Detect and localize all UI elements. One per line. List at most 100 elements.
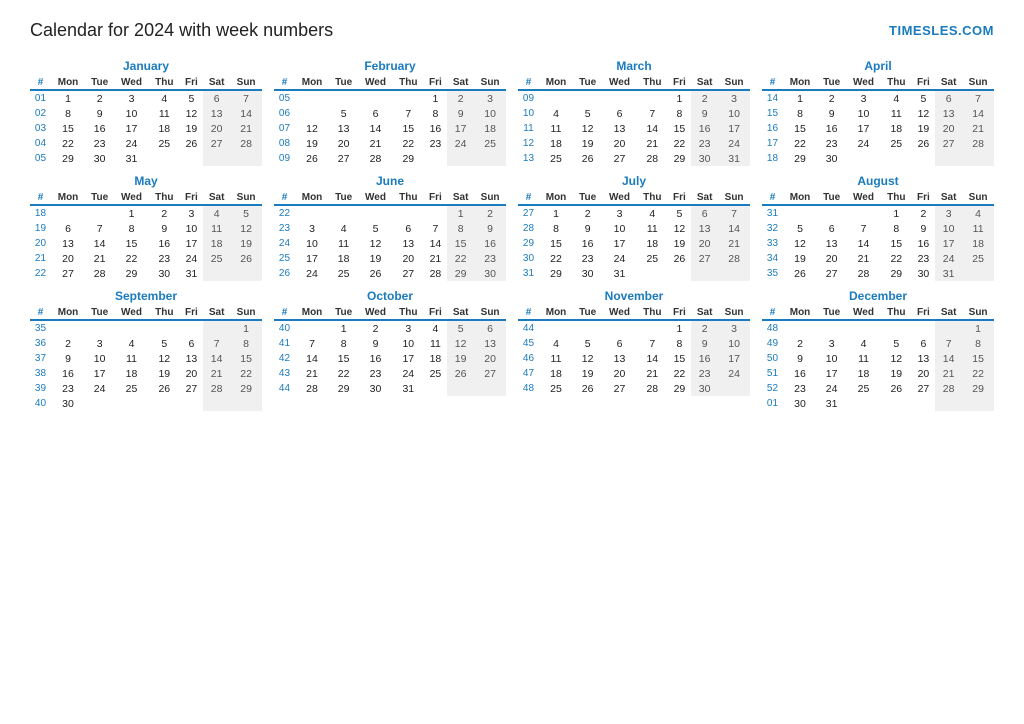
month-block-december: December#MonTueWedThuFriSatSun4814923456… bbox=[762, 289, 994, 411]
day-cell: 7 bbox=[230, 90, 262, 106]
week-number: 07 bbox=[274, 121, 295, 136]
day-cell: 4 bbox=[846, 336, 881, 351]
month-table: #MonTueWedThuFriSatSun051230656789100712… bbox=[274, 76, 506, 166]
day-cell: 7 bbox=[962, 90, 994, 106]
day-cell: 23 bbox=[912, 251, 935, 266]
table-row: 28891011121314 bbox=[518, 221, 750, 236]
day-cell: 7 bbox=[203, 336, 230, 351]
day-cell bbox=[602, 90, 637, 106]
day-cell: 30 bbox=[85, 151, 114, 166]
day-cell: 21 bbox=[846, 251, 881, 266]
day-cell bbox=[817, 205, 846, 221]
day-cell: 15 bbox=[881, 236, 912, 251]
day-cell: 24 bbox=[718, 366, 750, 381]
day-cell: 7 bbox=[637, 106, 668, 121]
day-cell: 21 bbox=[637, 366, 668, 381]
table-row: 2624252627282930 bbox=[274, 266, 506, 281]
day-cell: 12 bbox=[881, 351, 912, 366]
day-cell: 2 bbox=[691, 90, 718, 106]
day-cell: 13 bbox=[912, 351, 935, 366]
day-cell: 26 bbox=[230, 251, 262, 266]
day-cell: 29 bbox=[962, 381, 994, 396]
table-row: 02891011121314 bbox=[30, 106, 262, 121]
day-cell: 1 bbox=[539, 205, 573, 221]
week-number: 16 bbox=[762, 121, 783, 136]
day-cell: 29 bbox=[881, 266, 912, 281]
day-cell: 19 bbox=[783, 251, 817, 266]
day-cell: 30 bbox=[817, 151, 846, 166]
day-cell: 12 bbox=[668, 221, 691, 236]
col-header-fri: Fri bbox=[180, 191, 203, 205]
day-cell bbox=[846, 396, 881, 411]
day-cell bbox=[51, 205, 85, 221]
col-header-sun: Sun bbox=[718, 306, 750, 320]
day-cell: 11 bbox=[637, 221, 668, 236]
month-table: #MonTueWedThuFriSatSun221223345678924101… bbox=[274, 191, 506, 281]
day-cell: 16 bbox=[691, 121, 718, 136]
day-cell: 19 bbox=[358, 251, 393, 266]
day-cell: 23 bbox=[51, 381, 85, 396]
day-cell: 22 bbox=[962, 366, 994, 381]
day-cell: 30 bbox=[474, 266, 506, 281]
col-header-sat: Sat bbox=[691, 191, 718, 205]
table-row: 0422232425262728 bbox=[30, 136, 262, 151]
day-cell: 22 bbox=[783, 136, 817, 151]
col-header-tue: Tue bbox=[573, 191, 602, 205]
day-cell: 26 bbox=[573, 381, 602, 396]
table-row: 4214151617181920 bbox=[274, 351, 506, 366]
table-row: 509101112131415 bbox=[762, 351, 994, 366]
week-number: 39 bbox=[30, 381, 51, 396]
day-cell: 13 bbox=[329, 121, 358, 136]
day-cell: 27 bbox=[691, 251, 718, 266]
day-cell: 24 bbox=[85, 381, 114, 396]
day-cell: 4 bbox=[539, 336, 573, 351]
week-number: 48 bbox=[762, 320, 783, 336]
day-cell: 9 bbox=[149, 221, 180, 236]
day-cell: 15 bbox=[447, 236, 474, 251]
day-cell bbox=[912, 396, 935, 411]
day-cell: 12 bbox=[180, 106, 203, 121]
day-cell: 10 bbox=[718, 106, 750, 121]
site-name: TIMESLES.COM bbox=[889, 23, 994, 38]
week-number: 22 bbox=[30, 266, 51, 281]
col-header-wed: Wed bbox=[358, 306, 393, 320]
day-cell: 11 bbox=[881, 106, 912, 121]
day-cell: 27 bbox=[935, 136, 962, 151]
day-cell: 14 bbox=[424, 236, 447, 251]
day-cell: 28 bbox=[637, 381, 668, 396]
day-cell: 11 bbox=[329, 236, 358, 251]
page-header: Calendar for 2024 with week numbers TIME… bbox=[30, 20, 994, 41]
col-header-#: # bbox=[274, 191, 295, 205]
day-cell: 26 bbox=[668, 251, 691, 266]
day-cell: 1 bbox=[668, 320, 691, 336]
day-cell: 27 bbox=[51, 266, 85, 281]
week-number: 42 bbox=[274, 351, 295, 366]
day-cell: 2 bbox=[51, 336, 85, 351]
col-header-wed: Wed bbox=[846, 191, 881, 205]
table-row: 40123456 bbox=[274, 320, 506, 336]
table-row: 05123 bbox=[274, 90, 506, 106]
col-header-thu: Thu bbox=[393, 191, 424, 205]
day-cell: 31 bbox=[180, 266, 203, 281]
day-cell: 3 bbox=[393, 320, 424, 336]
col-header-thu: Thu bbox=[149, 191, 180, 205]
day-cell: 4 bbox=[637, 205, 668, 221]
day-cell: 9 bbox=[817, 106, 846, 121]
day-cell: 31 bbox=[602, 266, 637, 281]
day-cell bbox=[962, 396, 994, 411]
week-number: 19 bbox=[30, 221, 51, 236]
day-cell: 2 bbox=[691, 320, 718, 336]
table-row: 4428293031 bbox=[274, 381, 506, 396]
day-cell: 19 bbox=[230, 236, 262, 251]
week-number: 05 bbox=[30, 151, 51, 166]
day-cell bbox=[114, 320, 149, 336]
week-number: 20 bbox=[30, 236, 51, 251]
day-cell: 16 bbox=[358, 351, 393, 366]
table-row: 44123 bbox=[518, 320, 750, 336]
day-cell: 18 bbox=[149, 121, 180, 136]
day-cell: 19 bbox=[180, 121, 203, 136]
day-cell: 11 bbox=[424, 336, 447, 351]
col-header-sun: Sun bbox=[474, 191, 506, 205]
table-row: 35262728293031 bbox=[762, 266, 994, 281]
col-header-sat: Sat bbox=[447, 76, 474, 90]
